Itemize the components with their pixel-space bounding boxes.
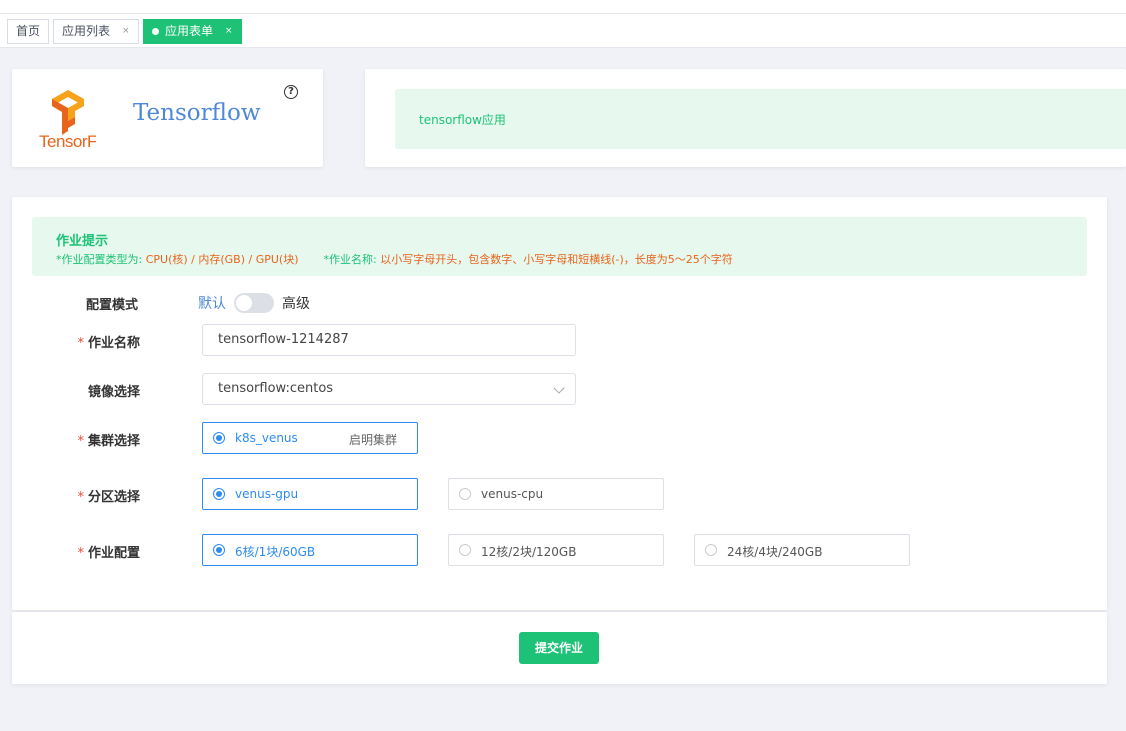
partition-option-venus-gpu[interactable]: venus-gpu [202,478,418,510]
tab-app-list[interactable]: 应用列表 × [53,19,139,44]
partition-option-label: venus-cpu [481,487,544,501]
cluster-label: * 集群选择 [77,434,140,449]
radio-icon [213,544,225,556]
config-option-label: 12核/2块/120GB [481,545,577,559]
config-option-24-core[interactable]: 24核/4块/240GB [694,534,910,566]
submit-job-button[interactable]: 提交作业 [519,632,599,664]
radio-icon [459,544,471,556]
radio-icon [459,488,471,500]
config-option-12-core[interactable]: 12核/2块/120GB [448,534,664,566]
cluster-option-name: k8s_venus [235,431,298,445]
radio-icon [213,488,225,500]
tip-config-label: *作业配置类型为: [56,253,146,266]
app-description-card: tensorflow应用 [365,69,1126,167]
tip-config-value: CPU(核) / 内存(GB) / GPU(块) [145,253,299,266]
job-name-input[interactable]: tensorflow-1214287 [202,324,576,356]
image-label: 镜像选择 [87,385,140,400]
tip-name-label: *作业名称: [323,253,381,266]
partition-label: * 分区选择 [77,490,140,505]
close-icon[interactable]: × [122,20,130,43]
toggle-knob [236,295,252,311]
job-tip-box: 作业提示 *作业配置类型为: CPU(核) / 内存(GB) / GPU(块) … [32,217,1087,276]
mode-label: 配置模式 [85,298,138,313]
close-icon[interactable]: × [225,20,233,43]
tab-home[interactable]: 首页 [7,19,50,44]
app-info-card: TensorFlow Tensorflow ? [12,69,323,167]
partition-option-label: venus-gpu [235,487,299,501]
tip-text: *作业配置类型为: CPU(核) / 内存(GB) / GPU(块) *作业名称… [56,251,733,267]
mode-advanced-label: 高级 [282,296,310,312]
mode-default-label: 默认 [198,296,226,312]
config-option-label: 24核/4块/240GB [727,545,823,559]
tip-name-value: 以小写字母开头，包含数字、小写字母和短横线(-)，长度为5～25个字符 [380,253,733,266]
chevron-down-icon [553,382,565,394]
cluster-option-desc: 启明集群 [349,433,398,447]
job-config-label: * 作业配置 [77,546,140,561]
description-box: tensorflow应用 [395,89,1126,149]
partition-option-venus-cpu[interactable]: venus-cpu [448,478,664,510]
top-strip [0,0,1126,14]
tab-app-form[interactable]: 应用表单 × [143,19,242,44]
cluster-option-k8s-venus[interactable]: k8s_venus 启明集群 [202,422,418,454]
mode-toggle[interactable] [234,293,274,313]
tip-title: 作业提示 [56,234,109,249]
config-option-label: 6核/1块/60GB [235,545,316,559]
radio-icon [213,432,225,444]
logo-wordmark: TensorFlow [39,132,96,151]
image-select[interactable]: tensorflow:centos [202,373,576,405]
mode-switch-group: 默认 高级 [198,293,310,313]
submit-card: 提交作业 [12,612,1107,684]
help-icon[interactable]: ? [284,85,298,99]
image-select-value: tensorflow:centos [218,381,334,396]
tab-bar: 首页 应用列表 × 应用表单 × [0,14,1126,48]
tab-app-list-label: 应用列表 [62,24,111,38]
app-description: tensorflow应用 [419,113,506,127]
tab-home-label: 首页 [16,24,41,38]
app-title: Tensorflow [133,100,261,126]
radio-icon [705,544,717,556]
config-option-6-core[interactable]: 6核/1块/60GB [202,534,418,566]
job-form-card: 作业提示 *作业配置类型为: CPU(核) / 内存(GB) / GPU(块) … [12,197,1107,610]
tab-app-form-label: 应用表单 [165,24,214,38]
active-dot-icon [152,28,159,35]
job-name-label: * 作业名称 [77,336,140,351]
